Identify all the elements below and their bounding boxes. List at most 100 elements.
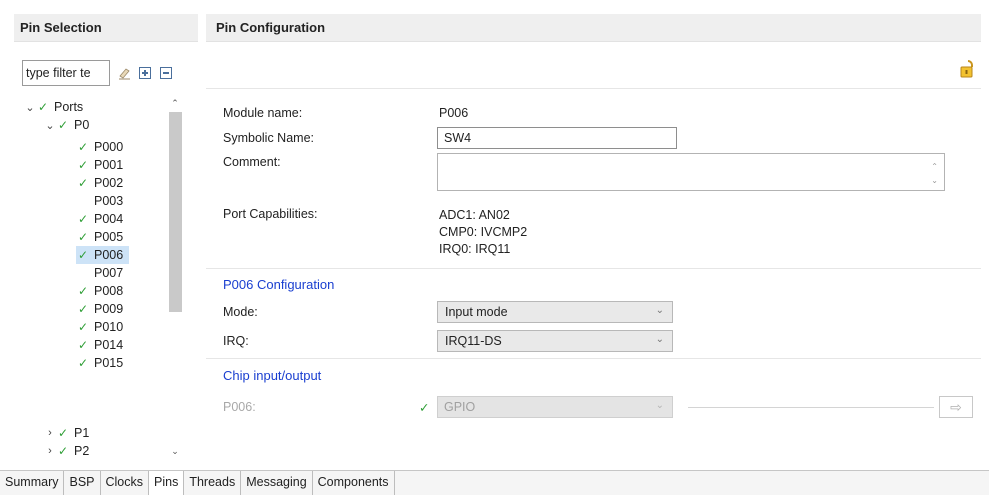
comment-label: Comment: — [223, 155, 281, 169]
tree-node-label: P010 — [94, 320, 124, 334]
mode-select[interactable]: Input mode ⌄ — [437, 301, 673, 323]
tree-node-pin[interactable]: ✓ P010 — [76, 318, 123, 336]
tree-node-pin[interactable]: P007 — [76, 264, 123, 282]
tree-node-pin[interactable]: ✓ P002 — [76, 174, 123, 192]
mode-label: Mode: — [223, 305, 258, 319]
connector-line — [688, 407, 934, 408]
collapse-all-icon[interactable] — [159, 66, 173, 80]
tree-node-label: P0 — [74, 118, 90, 132]
chevron-right-icon[interactable]: › — [44, 427, 56, 439]
tree-scrollbar[interactable]: ⌃ ⌄ — [166, 96, 184, 458]
pin-tree: ⌄ ✓ Ports ⌄ ✓ P0 ✓ P000 ✓ P001 ✓ P002 P003 ✓ P00… — [14, 96, 198, 462]
tab-pins[interactable]: Pins — [149, 471, 185, 495]
chevron-down-icon[interactable]: ⌄ — [44, 119, 56, 132]
textarea-scroll-icon[interactable]: ⌃ ⌄ — [931, 160, 938, 188]
tree-node-ports[interactable]: ⌄ ✓ Ports — [24, 98, 83, 116]
scroll-thumb[interactable] — [169, 112, 182, 312]
expand-all-icon[interactable] — [138, 66, 152, 80]
port-capabilities-list: ADC1: AN02 CMP0: IVCMP2 IRQ0: IRQ11 — [439, 207, 527, 258]
check-icon: ✓ — [77, 176, 89, 190]
tree-node-p0[interactable]: ⌄ ✓ P0 — [44, 116, 89, 134]
check-icon: ✓ — [77, 248, 89, 262]
check-icon: ✓ — [77, 284, 89, 298]
irq-label: IRQ: — [223, 334, 249, 348]
port-capability: ADC1: AN02 — [439, 208, 510, 222]
chevron-right-icon[interactable]: › — [44, 445, 56, 457]
scroll-down-icon[interactable]: ⌄ — [166, 444, 184, 458]
check-icon: ✓ — [57, 444, 69, 458]
chip-function-value: GPIO — [444, 400, 476, 414]
check-icon: ✓ — [57, 426, 69, 440]
tab-bsp[interactable]: BSP — [64, 471, 101, 495]
tree-node-label: P2 — [74, 444, 90, 458]
unlock-icon[interactable] — [959, 59, 977, 79]
pin-configuration-pane: Pin Configuration Module name: P006 Symb… — [206, 14, 981, 462]
arrow-right-icon[interactable]: ⇨ — [939, 396, 973, 418]
tree-node-label: P008 — [94, 284, 124, 298]
divider — [206, 358, 981, 359]
tree-node-label: P014 — [94, 338, 124, 352]
divider — [206, 268, 981, 269]
irq-select[interactable]: IRQ11-DS ⌄ — [437, 330, 673, 352]
check-icon: ✓ — [77, 230, 89, 244]
chevron-down-icon[interactable]: ⌄ — [24, 101, 36, 114]
irq-value: IRQ11-DS — [445, 334, 502, 348]
tree-node-pin[interactable]: ✓ P006 — [76, 246, 130, 264]
tree-node-p2[interactable]: › ✓ P2 — [44, 442, 89, 460]
tab-threads[interactable]: Threads — [184, 471, 242, 495]
tree-node-label: P003 — [94, 194, 124, 208]
tree-node-pin[interactable]: ✓ P015 — [76, 354, 123, 372]
chevron-down-icon: ⌄ — [655, 334, 664, 345]
tree-node-label: P007 — [94, 266, 124, 280]
tab-clocks[interactable]: Clocks — [100, 471, 150, 495]
module-name-value: P006 — [439, 106, 469, 120]
tree-node-pin[interactable]: ✓ P008 — [76, 282, 123, 300]
check-icon: ✓ — [37, 100, 49, 114]
filter-toolbar — [22, 60, 173, 86]
tree-node-label: P1 — [74, 426, 90, 440]
tree-node-p1[interactable]: › ✓ P1 — [44, 424, 89, 442]
clear-filter-icon[interactable] — [117, 66, 131, 80]
filter-input[interactable] — [22, 60, 110, 86]
pin-selection-pane: Pin Selection ⌄ ✓ Ports ⌄ ✓ P0 ✓ P000 ✓ P00… — [14, 14, 198, 462]
tab-components[interactable]: Components — [312, 471, 395, 495]
tree-node-label: P001 — [94, 158, 124, 172]
symbolic-name-field[interactable]: SW4 — [437, 127, 677, 149]
tab-messaging[interactable]: Messaging — [241, 471, 313, 495]
chevron-down-icon: ⌄ — [655, 400, 664, 411]
tree-node-pin[interactable]: ✓ P005 — [76, 228, 123, 246]
chip-pin-label: P006: — [223, 400, 256, 414]
tree-node-label: P009 — [94, 302, 124, 316]
chevron-down-icon: ⌄ — [655, 305, 664, 316]
scroll-up-icon[interactable]: ⌃ — [166, 96, 184, 110]
tree-node-label: P006 — [94, 248, 124, 262]
mode-value: Input mode — [445, 305, 508, 319]
port-capability: CMP0: IVCMP2 — [439, 225, 528, 239]
check-icon: ✓ — [77, 212, 89, 226]
check-icon: ✓ — [77, 320, 89, 334]
symbolic-name-label: Symbolic Name: — [223, 131, 314, 145]
editor-tab-bar: Summary BSP Clocks Pins Threads Messaging Comp… — [0, 470, 989, 495]
tree-node-label: P005 — [94, 230, 124, 244]
config-section-title: P006 Configuration — [223, 277, 335, 292]
check-icon: ✓ — [77, 302, 89, 316]
tree-node-pin[interactable]: P003 — [76, 192, 123, 210]
tree-node-pin[interactable]: ✓ P000 — [76, 138, 123, 156]
tree-node-pin[interactable]: ✓ P009 — [76, 300, 123, 318]
tree-node-pin[interactable]: ✓ P004 — [76, 210, 123, 228]
pin-configuration-title: Pin Configuration — [206, 14, 981, 42]
tree-node-label: P015 — [94, 356, 124, 370]
check-icon: ✓ — [57, 118, 69, 132]
tree-node-label: Ports — [54, 100, 84, 114]
check-icon: ✓ — [77, 338, 89, 352]
tree-node-pin[interactable]: ✓ P001 — [76, 156, 123, 174]
check-icon: ✓ — [419, 401, 430, 415]
comment-field[interactable]: ⌃ ⌄ — [437, 153, 945, 191]
tree-node-pin[interactable]: ✓ P014 — [76, 336, 123, 354]
tab-summary[interactable]: Summary — [0, 471, 65, 495]
chip-function-select[interactable]: GPIO ⌄ — [437, 396, 673, 418]
tree-node-label: P004 — [94, 212, 124, 226]
port-capabilities-label: Port Capabilities: — [223, 207, 318, 221]
tree-node-label: P000 — [94, 140, 124, 154]
check-icon: ✓ — [77, 140, 89, 154]
